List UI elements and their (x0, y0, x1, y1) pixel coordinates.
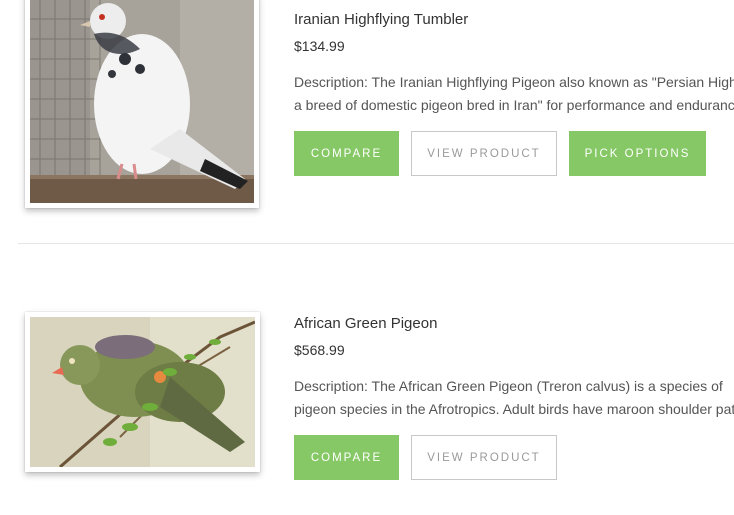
product-price: $134.99 (294, 38, 345, 54)
pick-options-button[interactable]: PICK OPTIONS (569, 131, 706, 176)
product-actions: COMPARE VIEW PRODUCT PICK OPTIONS (294, 131, 734, 176)
description-line: a breed of domestic pigeon bred in Iran"… (294, 97, 734, 113)
product-description: Description: The African Green Pigeon (T… (294, 375, 734, 421)
product-item: Iranian Highflying Tumbler $134.99 Descr… (0, 0, 734, 243)
product-image-frame[interactable] (25, 312, 260, 472)
product-price: $568.99 (294, 342, 345, 358)
compare-button[interactable]: COMPARE (294, 131, 399, 176)
product-item: African Green Pigeon $568.99 Description… (0, 244, 734, 515)
product-description: Description: The Iranian Highflying Pige… (294, 71, 734, 117)
product-list: Iranian Highflying Tumbler $134.99 Descr… (0, 0, 734, 515)
description-line: Description: The Iranian Highflying Pige… (294, 74, 734, 90)
product-image-frame[interactable] (25, 0, 259, 208)
compare-button[interactable]: COMPARE (294, 435, 399, 480)
product-actions: COMPARE VIEW PRODUCT (294, 435, 734, 480)
description-line: pigeon species in the Afrotropics. Adult… (294, 401, 734, 417)
product-info: Iranian Highflying Tumbler $134.99 Descr… (294, 11, 734, 176)
product-title[interactable]: Iranian Highflying Tumbler (294, 11, 734, 29)
product-title[interactable]: African Green Pigeon (294, 315, 734, 333)
product-image (30, 317, 255, 467)
product-image (30, 0, 254, 203)
view-product-button[interactable]: VIEW PRODUCT (411, 435, 557, 480)
view-product-button[interactable]: VIEW PRODUCT (411, 131, 557, 176)
product-info: African Green Pigeon $568.99 Description… (294, 315, 734, 480)
description-line: Description: The African Green Pigeon (T… (294, 378, 723, 394)
